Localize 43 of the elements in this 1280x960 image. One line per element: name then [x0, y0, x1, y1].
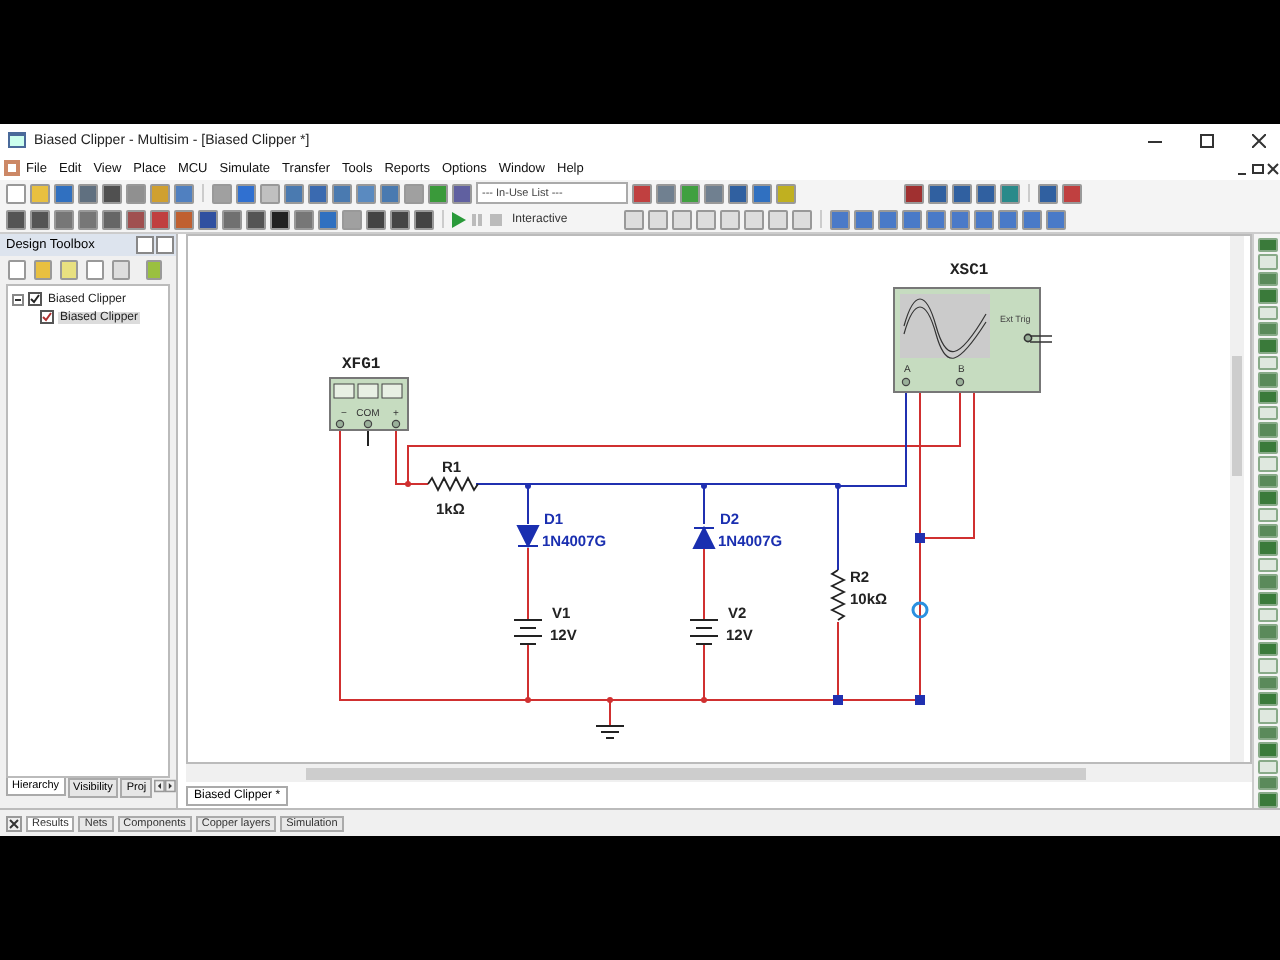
junction-dot — [405, 481, 411, 487]
layout-icon[interactable] — [901, 209, 922, 229]
close-button[interactable] — [1251, 133, 1265, 147]
panel-close-icon[interactable] — [6, 815, 22, 831]
layout-icon[interactable] — [829, 209, 850, 229]
node-marker — [915, 533, 925, 543]
layout-icon[interactable] — [973, 209, 994, 229]
resistor-symbol — [830, 569, 846, 621]
instrument-label: XSC1 — [950, 262, 989, 280]
battery-symbol — [689, 619, 719, 645]
terminal-icon — [363, 419, 373, 429]
layout-icon[interactable] — [1021, 209, 1042, 229]
resistor-symbol — [427, 476, 479, 492]
node-marker — [833, 695, 843, 705]
run-icon[interactable] — [452, 211, 466, 227]
terminal-icon — [901, 377, 911, 387]
window-controls-icon[interactable] — [1236, 161, 1280, 175]
expander-icon[interactable] — [12, 293, 24, 305]
terminal-icon — [335, 419, 345, 429]
instrument-label: XFG1 — [342, 356, 381, 374]
ground-symbol — [595, 725, 625, 739]
junction-dot — [525, 483, 531, 489]
layout-icon[interactable] — [949, 209, 970, 229]
junction-dot — [835, 483, 841, 489]
battery-symbol — [513, 619, 543, 645]
schematic-icon — [40, 310, 54, 324]
waveform-buttons-drawing — [333, 383, 403, 399]
probe-icon — [911, 601, 929, 619]
app-icon — [8, 132, 26, 148]
terminal-icon — [955, 377, 965, 387]
junction-dot — [701, 483, 707, 489]
pin-button[interactable] — [136, 236, 154, 254]
node-marker — [915, 695, 925, 705]
terminal-icon — [391, 419, 401, 429]
trigger-terminal-icon — [1023, 333, 1053, 343]
maximize-button[interactable] — [1199, 133, 1213, 147]
layout-icon[interactable] — [997, 209, 1018, 229]
checkbox-icon — [28, 292, 42, 306]
layout-icon[interactable] — [853, 209, 874, 229]
layout-icon[interactable] — [925, 209, 946, 229]
layout-icon[interactable] — [877, 209, 898, 229]
scroll-arrows-icon[interactable] — [154, 778, 176, 794]
layout-icon[interactable] — [1045, 209, 1066, 229]
